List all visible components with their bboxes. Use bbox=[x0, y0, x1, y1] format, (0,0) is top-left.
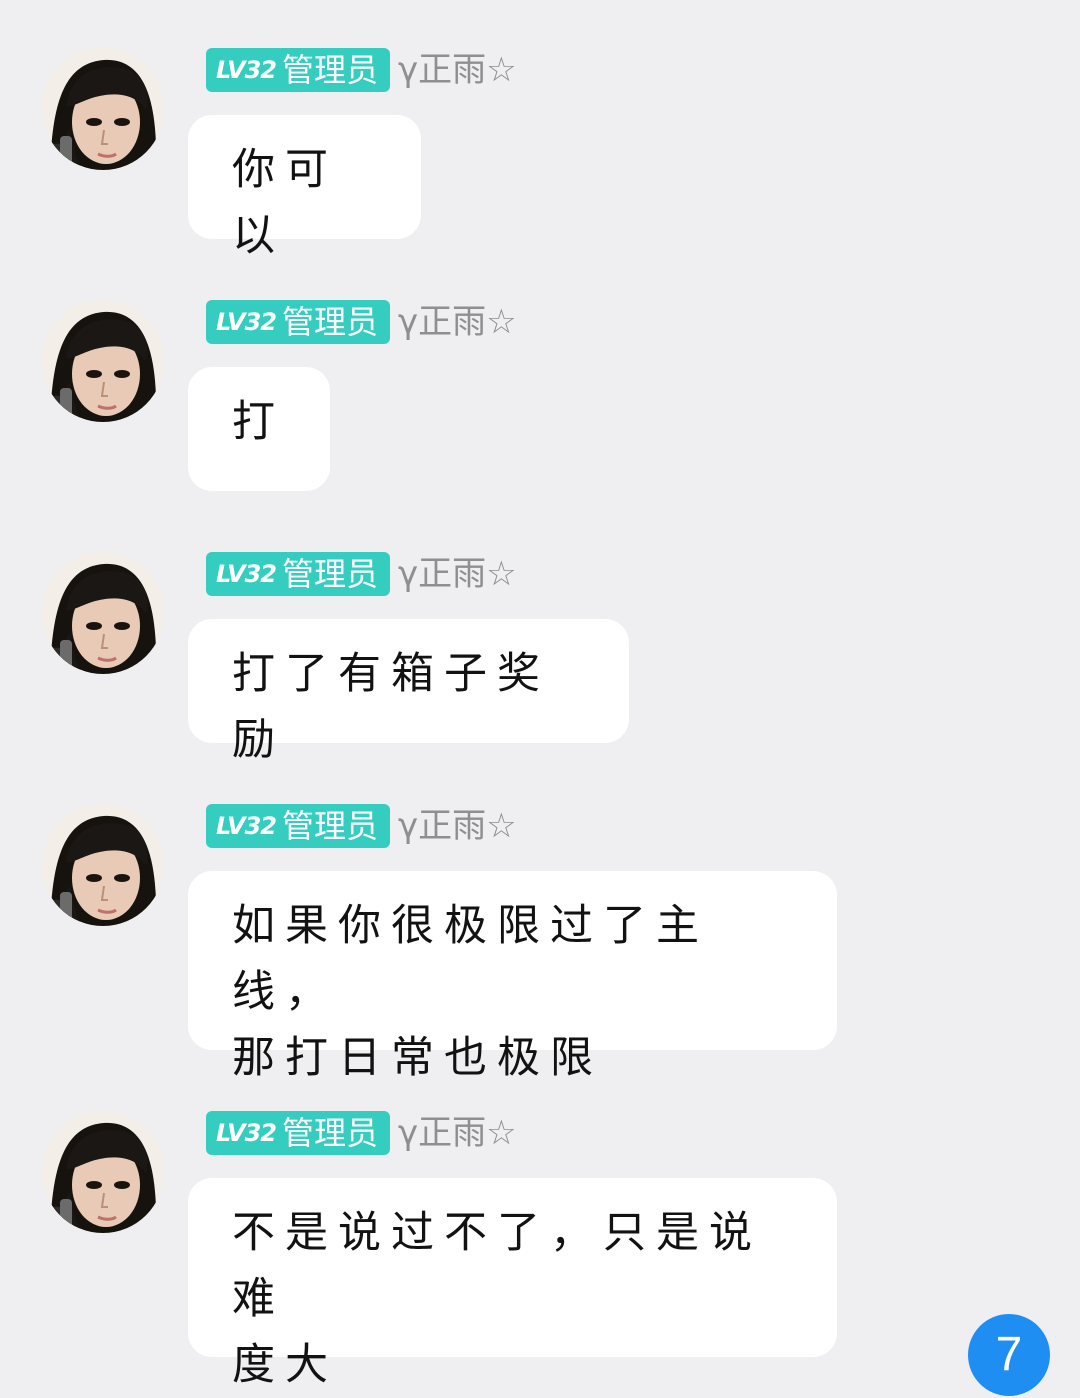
username[interactable]: γ正雨☆ bbox=[398, 300, 517, 344]
chat-message-list[interactable]: LV32 管理员 γ正雨☆ 你可以 LV32 管理员 γ正雨☆ 打 LV32 管… bbox=[0, 0, 1080, 1390]
message-bubble[interactable]: 打 bbox=[188, 367, 330, 491]
role-label: 管理员 bbox=[281, 555, 378, 593]
role-label: 管理员 bbox=[281, 1114, 378, 1152]
username[interactable]: γ正雨☆ bbox=[398, 552, 517, 596]
role-label: 管理员 bbox=[281, 807, 378, 845]
level-role-badge[interactable]: LV32 管理员 bbox=[206, 1111, 390, 1155]
message-header: LV32 管理员 γ正雨☆ bbox=[206, 1111, 517, 1155]
level-role-badge[interactable]: LV32 管理员 bbox=[206, 300, 390, 344]
user-avatar[interactable] bbox=[42, 48, 164, 170]
username[interactable]: γ正雨☆ bbox=[398, 1111, 517, 1155]
message-bubble[interactable]: 不是说过不了，只是说难 度大 bbox=[188, 1178, 837, 1390]
level-label: LV32 bbox=[216, 308, 277, 336]
avatar-portrait-icon bbox=[42, 1111, 164, 1233]
message-bubble[interactable]: 如果你很极限过了主线， 那打日常也极限 bbox=[188, 871, 837, 1083]
level-role-badge[interactable]: LV32 管理员 bbox=[206, 48, 390, 92]
user-avatar[interactable] bbox=[42, 300, 164, 422]
unread-count-badge[interactable]: 7 bbox=[968, 1314, 1050, 1396]
level-label: LV32 bbox=[216, 560, 277, 588]
user-avatar[interactable] bbox=[42, 1111, 164, 1233]
level-label: LV32 bbox=[216, 1119, 277, 1147]
message-bubble[interactable]: 你可以 bbox=[188, 115, 421, 261]
message-header: LV32 管理员 γ正雨☆ bbox=[206, 804, 517, 848]
username[interactable]: γ正雨☆ bbox=[398, 48, 517, 92]
level-role-badge[interactable]: LV32 管理员 bbox=[206, 552, 390, 596]
message-header: LV32 管理员 γ正雨☆ bbox=[206, 48, 517, 92]
role-label: 管理员 bbox=[281, 303, 378, 341]
level-label: LV32 bbox=[216, 812, 277, 840]
user-avatar[interactable] bbox=[42, 804, 164, 926]
role-label: 管理员 bbox=[281, 51, 378, 89]
avatar-portrait-icon bbox=[42, 804, 164, 926]
level-label: LV32 bbox=[216, 56, 277, 84]
user-avatar[interactable] bbox=[42, 552, 164, 674]
message-bubble[interactable]: 打了有箱子奖励 bbox=[188, 619, 629, 765]
message-header: LV32 管理员 γ正雨☆ bbox=[206, 552, 517, 596]
level-role-badge[interactable]: LV32 管理员 bbox=[206, 804, 390, 848]
username[interactable]: γ正雨☆ bbox=[398, 804, 517, 848]
avatar-portrait-icon bbox=[42, 552, 164, 674]
avatar-portrait-icon bbox=[42, 48, 164, 170]
avatar-portrait-icon bbox=[42, 300, 164, 422]
message-header: LV32 管理员 γ正雨☆ bbox=[206, 300, 517, 344]
